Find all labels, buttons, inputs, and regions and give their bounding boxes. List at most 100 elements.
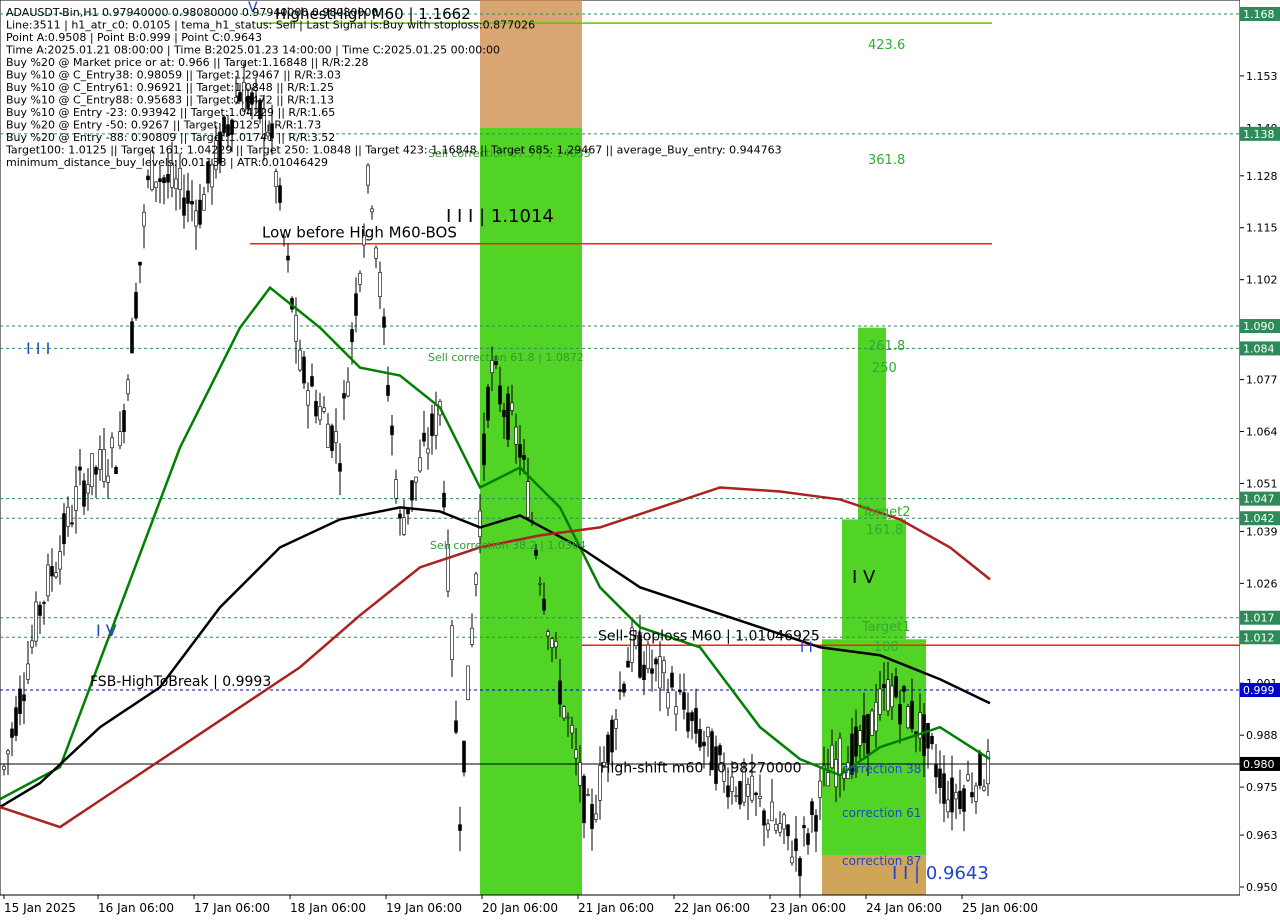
y-tick-label: 0.950	[1246, 881, 1278, 894]
candle-body	[962, 788, 966, 812]
candle-body	[750, 775, 754, 801]
candle-body	[786, 824, 790, 837]
candle-body	[482, 433, 486, 466]
candle-body	[198, 199, 202, 225]
info-line: Buy %20 @ Entry -88: 0.90809 || Target:1…	[6, 131, 335, 144]
x-tick-label: 23 Jan 06:00	[770, 901, 846, 915]
candle-body	[418, 457, 422, 472]
candle-body	[6, 750, 10, 755]
candle-body	[586, 794, 590, 796]
candle-body	[626, 660, 630, 668]
candle-body	[978, 752, 982, 786]
candle-body	[26, 663, 30, 680]
candle-body	[662, 660, 666, 674]
candle-body	[330, 425, 334, 452]
candle-body	[318, 406, 322, 421]
candle-body	[430, 413, 434, 436]
price-tag-label: 1.084	[1243, 342, 1275, 355]
candle-body	[706, 726, 710, 738]
candle-body	[274, 171, 278, 187]
candle-body	[814, 815, 818, 832]
candle-body	[670, 672, 674, 688]
candle-body	[974, 785, 978, 802]
candle-body	[442, 492, 446, 508]
candle-body	[950, 777, 954, 813]
zone-green-tall	[858, 327, 886, 520]
info-line: Line:3511 | h1_atr_c0: 0.0105 | tema_h1_…	[6, 19, 535, 32]
x-tick-label: 17 Jan 06:00	[194, 901, 270, 915]
candle-body	[798, 858, 802, 877]
x-tick-label: 16 Jan 06:00	[98, 901, 174, 915]
zone-label: Sell correction 38.2 | 1.0364	[430, 539, 586, 552]
level-label: Sell-Stoploss M60 | 1.01046925	[598, 628, 820, 644]
candle-body	[582, 775, 586, 824]
info-line: ADAUSDT-Bin,H1 0.97940000 0.98080000 0.9…	[6, 6, 378, 19]
candle-body	[462, 740, 466, 773]
y-tick-label: 0.975	[1246, 781, 1278, 794]
candle-body	[498, 385, 502, 405]
wave-label: I I I | 1.1014	[446, 206, 554, 227]
candle-body	[906, 706, 910, 729]
info-line: minimum_distance_buy_levels: 0.01138 | A…	[6, 156, 328, 169]
info-line: Buy %10 @ Entry -23: 0.93942 || Target:1…	[6, 106, 335, 119]
x-tick-label: 20 Jan 06:00	[482, 901, 558, 915]
candle-body	[114, 467, 118, 474]
info-line: Target100: 1.0125 || Target 161: 1.04229…	[5, 144, 782, 157]
candle-body	[590, 804, 594, 829]
candle-body	[650, 668, 654, 674]
wave-label: I I | 0.9643	[892, 863, 989, 884]
candle-body	[934, 764, 938, 778]
candle-body	[422, 432, 426, 442]
price-tag-label: 0.980	[1243, 758, 1275, 771]
price-tag-label: 1.017	[1243, 612, 1275, 625]
candle-body	[830, 744, 834, 769]
candle-body	[322, 407, 326, 412]
x-tick-label: 24 Jan 06:00	[866, 901, 942, 915]
candle-body	[882, 684, 886, 689]
price-tag-label: 1.138	[1243, 128, 1275, 141]
candle-body	[186, 190, 190, 204]
candle-body	[122, 410, 126, 432]
zone-label: Target2	[861, 505, 911, 520]
x-tick-label: 18 Jan 06:00	[290, 901, 366, 915]
zone-label: 423.6	[868, 38, 905, 53]
y-tick-label: 1.153	[1246, 70, 1278, 83]
candle-body	[954, 792, 958, 800]
candle-body	[594, 813, 598, 820]
candle-body	[890, 685, 894, 708]
candle-body	[818, 780, 822, 798]
candle-body	[66, 506, 70, 527]
candle-body	[70, 522, 74, 525]
candle-body	[410, 480, 414, 501]
candle-body	[734, 794, 738, 797]
candle-body	[110, 437, 114, 449]
level-label: Low before High M60-BOS	[262, 224, 457, 242]
zone-label: correction 38	[842, 762, 921, 776]
price-axis: 1.1531.1401.1281.1151.1021.0771.0641.051…	[1240, 0, 1280, 920]
candle-body	[946, 799, 950, 813]
candle-body	[310, 376, 314, 387]
candle-body	[182, 197, 186, 216]
info-line: Point A:0.9508 | Point B:0.999 | Point C…	[6, 31, 262, 44]
zone-label: Target1	[861, 620, 911, 635]
candle-body	[62, 513, 66, 545]
candle-body	[142, 211, 146, 227]
wave-label: I I	[800, 640, 813, 656]
info-line: Buy %20 @ Entry -50: 0.9267 || Target:1.…	[6, 119, 321, 132]
x-tick-label: 19 Jan 06:00	[386, 901, 462, 915]
info-line: Buy %20 @ Market price or at: 0.966 || T…	[6, 56, 369, 69]
candle-body	[570, 725, 574, 734]
price-tag-label: 1.012	[1243, 631, 1275, 644]
candle-body	[694, 708, 698, 734]
candle-body	[874, 701, 878, 732]
candle-body	[146, 175, 150, 181]
candle-body	[134, 292, 138, 319]
candle-body	[370, 208, 374, 213]
candle-body	[334, 431, 338, 444]
candle-body	[450, 625, 454, 661]
info-line: Buy %10 @ C_Entry88: 0.95683 || Target:1…	[6, 94, 334, 107]
candle-body	[566, 716, 570, 719]
candle-body	[754, 792, 758, 796]
candle-body	[862, 715, 866, 743]
candle-body	[326, 423, 330, 448]
